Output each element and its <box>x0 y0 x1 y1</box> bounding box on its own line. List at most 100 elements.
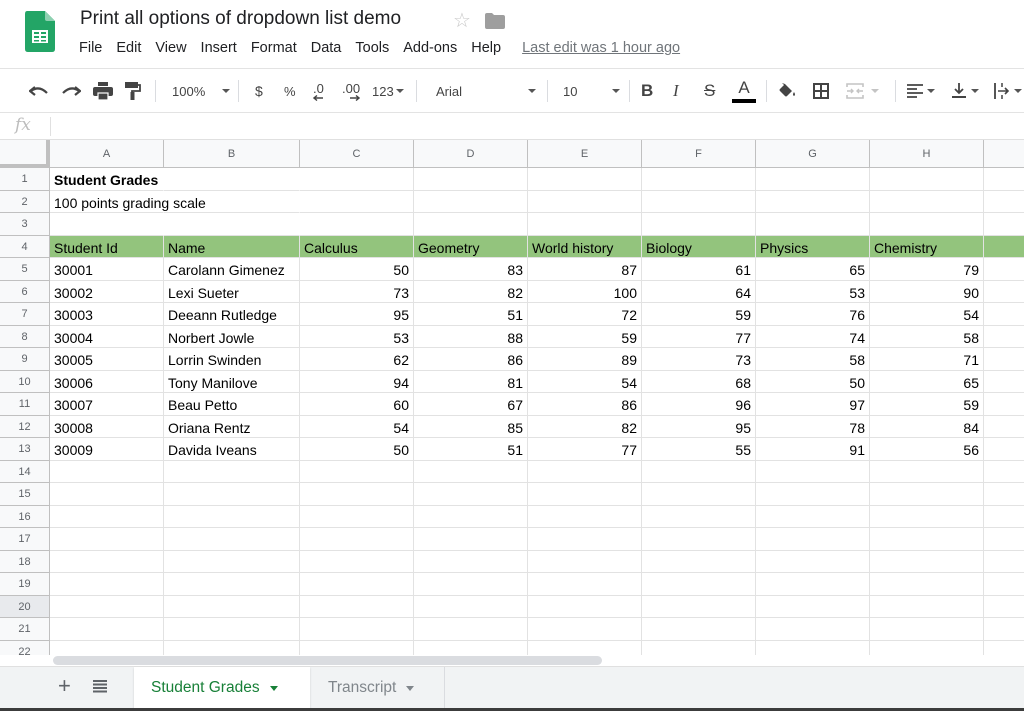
data-cell[interactable]: 53 <box>756 280 870 303</box>
cell[interactable] <box>50 550 164 573</box>
column-header[interactable] <box>984 140 1024 168</box>
menu-view[interactable]: View <box>148 40 193 56</box>
cell[interactable] <box>642 573 756 596</box>
cell[interactable] <box>300 640 414 655</box>
print-button[interactable] <box>93 69 113 113</box>
chevron-down-icon[interactable] <box>269 685 278 691</box>
cell[interactable] <box>300 505 414 528</box>
data-cell[interactable]: Lorrin Swinden <box>164 348 300 371</box>
cell[interactable] <box>164 573 300 596</box>
data-cell[interactable]: 83 <box>414 258 528 281</box>
data-cell[interactable]: 78 <box>756 415 870 438</box>
increase-decimal-button[interactable]: .00 <box>342 69 360 113</box>
vertical-align-button[interactable] <box>951 69 979 113</box>
cell[interactable] <box>984 348 1024 371</box>
cell[interactable] <box>756 483 870 506</box>
cell[interactable] <box>984 596 1024 618</box>
text-color-button[interactable]: A <box>732 69 756 113</box>
cell[interactable] <box>414 528 528 551</box>
cell[interactable] <box>414 573 528 596</box>
row-header-13[interactable]: 13 <box>0 438 50 461</box>
cell[interactable] <box>414 550 528 573</box>
cell[interactable] <box>50 460 164 483</box>
row-header-4[interactable]: 4 <box>0 235 50 258</box>
data-cell[interactable]: 30002 <box>50 280 164 303</box>
document-title[interactable]: Print all options of dropdown list demo <box>80 8 401 30</box>
data-cell[interactable]: 54 <box>300 415 414 438</box>
menu-insert[interactable]: Insert <box>194 40 244 56</box>
paint-format-button[interactable] <box>125 69 141 113</box>
cell[interactable] <box>870 460 984 483</box>
data-cell[interactable]: 73 <box>300 280 414 303</box>
cell[interactable] <box>164 191 300 213</box>
data-cell[interactable]: 62 <box>300 348 414 371</box>
menu-format[interactable]: Format <box>244 40 304 56</box>
row-header-14[interactable]: 14 <box>0 460 50 483</box>
column-header-d[interactable]: D <box>414 140 528 168</box>
add-sheet-button[interactable]: + <box>58 673 71 699</box>
cell[interactable] <box>642 213 756 236</box>
data-cell[interactable]: 94 <box>300 370 414 393</box>
data-cell[interactable]: 50 <box>300 438 414 461</box>
all-sheets-menu-icon[interactable] <box>93 680 107 694</box>
header-cell[interactable]: Geometry <box>414 235 528 258</box>
data-cell[interactable]: 79 <box>870 258 984 281</box>
text-wrapping-button[interactable] <box>994 69 1022 113</box>
data-cell[interactable]: 84 <box>870 415 984 438</box>
data-cell[interactable]: 86 <box>528 393 642 416</box>
cell[interactable] <box>528 213 642 236</box>
cell[interactable] <box>528 483 642 506</box>
data-cell[interactable]: 67 <box>414 393 528 416</box>
cell[interactable] <box>414 595 528 618</box>
cell[interactable] <box>414 505 528 528</box>
data-cell[interactable]: 81 <box>414 370 528 393</box>
cell[interactable] <box>164 618 300 641</box>
data-cell[interactable]: 82 <box>528 415 642 438</box>
font-family-select[interactable]: Arial <box>436 69 536 113</box>
formula-input[interactable] <box>56 116 1016 137</box>
sheet-tab-transcript[interactable]: Transcript <box>311 667 445 709</box>
cell[interactable] <box>164 168 300 191</box>
data-cell[interactable]: 54 <box>528 370 642 393</box>
column-header-f[interactable]: F <box>642 140 756 168</box>
cell[interactable] <box>756 168 870 191</box>
cell[interactable] <box>870 190 984 213</box>
data-cell[interactable]: 65 <box>870 370 984 393</box>
row-header-10[interactable]: 10 <box>0 370 50 393</box>
strikethrough-button[interactable]: S <box>704 69 715 113</box>
cell[interactable] <box>984 393 1024 416</box>
row-header-19[interactable]: 19 <box>0 573 50 596</box>
cell[interactable] <box>642 640 756 655</box>
row-header-2[interactable]: 2 <box>0 190 50 213</box>
scrollbar-thumb[interactable] <box>53 656 602 665</box>
cell[interactable] <box>870 483 984 506</box>
data-cell[interactable]: 56 <box>870 438 984 461</box>
cell[interactable] <box>528 168 642 191</box>
fill-color-button[interactable] <box>779 69 797 113</box>
column-header-a[interactable]: A <box>50 140 164 168</box>
cell[interactable] <box>984 191 1024 213</box>
cell[interactable] <box>528 528 642 551</box>
cell[interactable] <box>984 438 1024 461</box>
cell[interactable] <box>164 460 300 483</box>
row-header-5[interactable]: 5 <box>0 258 50 281</box>
cell[interactable] <box>984 281 1024 303</box>
cell[interactable] <box>528 460 642 483</box>
cell[interactable] <box>642 168 756 191</box>
cell[interactable] <box>756 595 870 618</box>
data-cell[interactable]: 30007 <box>50 393 164 416</box>
last-edit-link[interactable]: Last edit was 1 hour ago <box>522 40 680 56</box>
row-header-1[interactable]: 1 <box>0 168 50 191</box>
data-cell[interactable]: 95 <box>300 303 414 326</box>
cell[interactable] <box>528 595 642 618</box>
cell[interactable] <box>984 326 1024 348</box>
data-cell[interactable]: 58 <box>870 325 984 348</box>
cell[interactable] <box>756 618 870 641</box>
cell[interactable] <box>164 595 300 618</box>
chevron-down-icon[interactable] <box>406 685 415 691</box>
percent-format-button[interactable]: % <box>284 69 296 113</box>
cell[interactable] <box>50 483 164 506</box>
cell[interactable] <box>756 573 870 596</box>
cell[interactable] <box>756 550 870 573</box>
cell[interactable] <box>300 190 414 213</box>
